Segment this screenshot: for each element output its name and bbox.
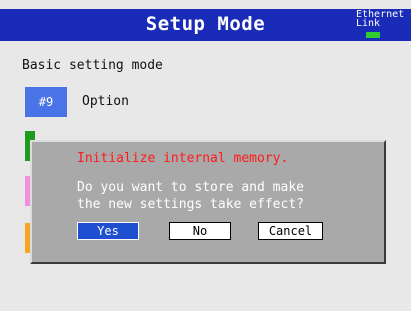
page-title: Setup Mode — [145, 13, 266, 35]
link-indicator-icon — [366, 32, 380, 38]
dialog-message-line2: the new settings take effect? — [77, 197, 304, 212]
link-label: Link — [356, 18, 381, 29]
dialog-message-line1: Do you want to store and make — [77, 180, 304, 195]
dialog-title: Initialize internal memory. — [77, 151, 289, 166]
ethernet-status: Ethernet Link — [356, 9, 411, 41]
section-heading: Basic setting mode — [22, 58, 163, 73]
title-bar: Setup Mode Ethernet Link — [0, 9, 411, 41]
cancel-button[interactable]: Cancel — [258, 222, 323, 240]
menu-item-number-button[interactable]: #9 — [25, 87, 67, 117]
yes-button[interactable]: Yes — [77, 222, 139, 240]
setup-screen: Setup Mode Ethernet Link Basic setting m… — [0, 0, 411, 311]
confirm-dialog: Initialize internal memory. Do you want … — [30, 140, 386, 264]
menu-item-label: Option — [82, 94, 129, 109]
no-button[interactable]: No — [169, 222, 231, 240]
